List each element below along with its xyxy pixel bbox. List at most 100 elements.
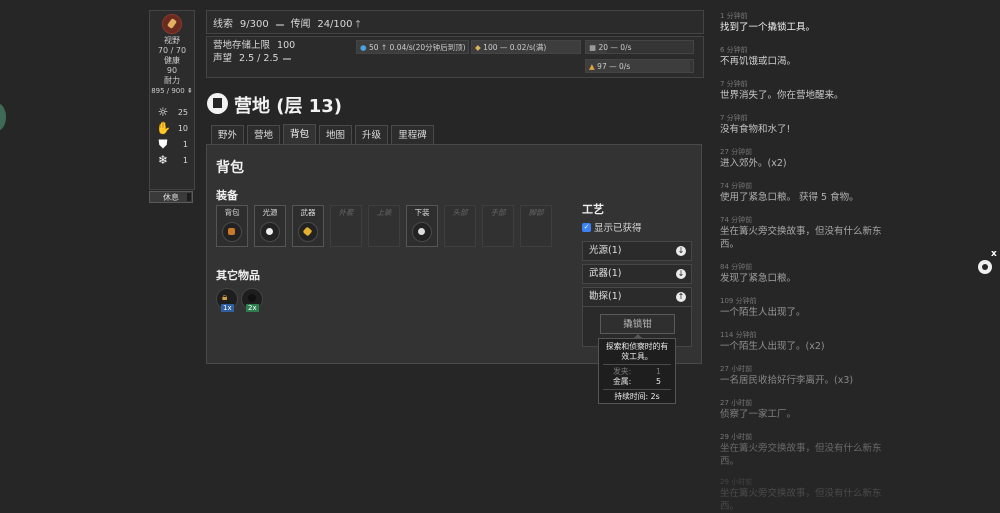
craft-tooltip: 探索和侦察时的有效工具。 发夹: 1 金属: 5 持续时间: 2s	[598, 338, 676, 404]
attr-row-cold: ❄ 1	[157, 153, 188, 167]
log-entry: 29 小时前 坐在篝火旁交换故事，但没有什么新东西。	[720, 433, 882, 467]
item-qty: 2x	[246, 304, 259, 312]
slot-label: 头部	[452, 208, 468, 217]
resource-chip-water: ● 50 ↑ 0.04/s(20分钟后到顶)	[356, 40, 469, 54]
log-entry: 74 分钟前 坐在篝火旁交换故事，但没有什么新东西。	[720, 216, 882, 250]
slot-label: 光源	[262, 208, 278, 217]
slot-label: 外套	[338, 208, 354, 217]
log-entry: 84 分钟前 发现了紧急口粮。	[720, 263, 797, 284]
craft-category-light[interactable]: 光源(1) ↓	[582, 241, 692, 261]
slot-label: 上装	[376, 208, 392, 217]
slot-backpack[interactable]: 背包	[216, 205, 248, 247]
item-qty: 1x	[221, 304, 234, 312]
github-icon[interactable]	[978, 260, 992, 274]
arrow-up-icon: 🡑	[355, 19, 361, 30]
tab-camp[interactable]: 营地	[247, 125, 280, 144]
log-entry: 109 分钟前 一个陌生人出现了。	[720, 297, 806, 318]
show-obtained-toggle[interactable]: ✓ 显示已获得	[582, 220, 642, 234]
storage-limit-value: 100	[277, 40, 296, 51]
slot-coat[interactable]: 外套	[330, 205, 362, 247]
material-icon: ■	[589, 43, 597, 52]
resource-chip-fuel: ▲ 97 — 0/s	[585, 59, 694, 73]
craft-title: 工艺	[582, 203, 604, 216]
craft-lockpick-button[interactable]: 撬锁钳	[600, 314, 675, 334]
tooltip-duration: 持续时间: 2s	[614, 392, 660, 401]
craft-category-explore[interactable]: 勘探(1) ↑	[582, 287, 692, 307]
slot-head[interactable]: 头部	[444, 205, 476, 247]
torch-icon	[298, 222, 318, 242]
log-entry: 1 分钟前 找到了一个撬锁工具。	[720, 12, 816, 33]
side-indicator	[0, 103, 6, 131]
tab-bag[interactable]: 背包	[283, 124, 316, 145]
bag-title: 背包	[216, 160, 244, 176]
close-icon[interactable]: x	[991, 249, 997, 259]
rest-button[interactable]: 休息	[149, 191, 193, 203]
tab-milestones[interactable]: 里程碑	[391, 125, 434, 144]
rumors-value: 24/100	[317, 19, 353, 30]
log-entry: 7 分钟前 世界消失了。你在营地醒来。	[720, 80, 844, 101]
shield-icon: ⛊	[158, 136, 168, 151]
snowflake-icon: ❄	[157, 153, 169, 167]
craft-category-weapon[interactable]: 武器(1) ↓	[582, 264, 692, 284]
character-avatar-icon	[162, 14, 182, 34]
reputation-label: 声望	[213, 53, 233, 64]
slot-weapon[interactable]: 武器	[292, 205, 324, 247]
rumors-label: 传闻	[290, 19, 311, 30]
tooltip-description: 探索和侦察时的有效工具。	[605, 342, 669, 361]
slot-top[interactable]: 上装	[368, 205, 400, 247]
attr-row-light: ☼ 25	[157, 105, 188, 119]
resource-chip-food: ◆ 100 — 0.02/s(满)	[471, 40, 581, 54]
water-drop-icon: ●	[360, 43, 367, 52]
slot-hands[interactable]: 手部	[482, 205, 514, 247]
dash-icon	[282, 57, 291, 60]
health-value: 90	[166, 66, 178, 75]
attr-row-shield: ⛊ 1	[150, 136, 194, 152]
slot-label: 脚部	[528, 208, 544, 217]
storage-panel: 营地存储上限 100 声望 2.5 / 2.5 ● 50 ↑ 0.04/s(20…	[206, 36, 704, 78]
log-entry: 29 小时前 坐在篝火旁交换故事，但没有什么新东西。	[720, 478, 882, 512]
item-icon	[248, 294, 256, 302]
log-entry: 27 小时前 侦察了一家工厂。	[720, 399, 797, 420]
stats-panel: 视野 70 / 70 健康 90 耐力 895 / 900 ⇞ ☼ 25 ✋ 10 …	[149, 10, 195, 190]
backpack-icon	[222, 222, 242, 242]
log-entry: 74 分钟前 使用了紧急口粮。 获得 5 食物。	[720, 182, 859, 203]
checkbox-checked-icon[interactable]: ✓	[582, 222, 591, 232]
tab-map[interactable]: 地图	[319, 125, 352, 144]
lock-icon: 🔒︎	[222, 292, 228, 303]
stamina-value: 895 / 900 ⇞	[151, 87, 193, 95]
arrow-down-icon: ↓	[676, 246, 686, 256]
arrow-down-icon: ↓	[676, 269, 686, 279]
tab-upgrade[interactable]: 升级	[355, 125, 388, 144]
slot-label: 手部	[490, 208, 506, 217]
other-items-title: 其它物品	[216, 269, 260, 282]
category-label: 光源(1)	[589, 245, 622, 256]
resource-chip-material: ■ 20 — 0/s	[585, 40, 694, 54]
item-misc[interactable]: 2x	[241, 288, 263, 312]
arrow-up-icon: ↑	[676, 292, 686, 302]
slot-label: 下装	[414, 208, 430, 217]
flashlight-icon	[260, 222, 280, 242]
slot-feet[interactable]: 脚部	[520, 205, 552, 247]
reputation-value: 2.5 / 2.5	[239, 53, 279, 64]
fire-icon: ▲	[589, 62, 595, 71]
cost-hairpin: 发夹: 1	[613, 367, 661, 376]
clues-value: 9/300	[239, 19, 269, 30]
slot-light[interactable]: 光源	[254, 205, 286, 247]
tab-wild[interactable]: 野外	[211, 125, 244, 144]
item-lockpick[interactable]: 🔒︎ 1x	[216, 288, 238, 312]
clues-bar: 线索 9/300 传闻 24/100 🡑	[206, 10, 704, 34]
equipment-title: 装备	[216, 189, 238, 202]
hand-icon: ✋	[156, 121, 171, 135]
cost-metal: 金属: 5	[613, 377, 661, 386]
category-label: 武器(1)	[589, 268, 622, 279]
vision-label: 视野	[164, 36, 180, 45]
log-entry: 27 小时前 一名居民收拾好行李离开。(x3)	[720, 365, 854, 386]
slot-bottom[interactable]: 下装	[406, 205, 438, 247]
clues-label: 线索	[213, 19, 233, 30]
storage-limit-label: 营地存储上限	[213, 40, 271, 51]
health-label: 健康	[164, 56, 180, 65]
food-icon: ◆	[475, 43, 481, 52]
slot-label: 武器	[300, 208, 316, 217]
pants-icon	[412, 222, 432, 242]
log-entry: 114 分钟前 一个陌生人出现了。(x2)	[720, 331, 825, 352]
